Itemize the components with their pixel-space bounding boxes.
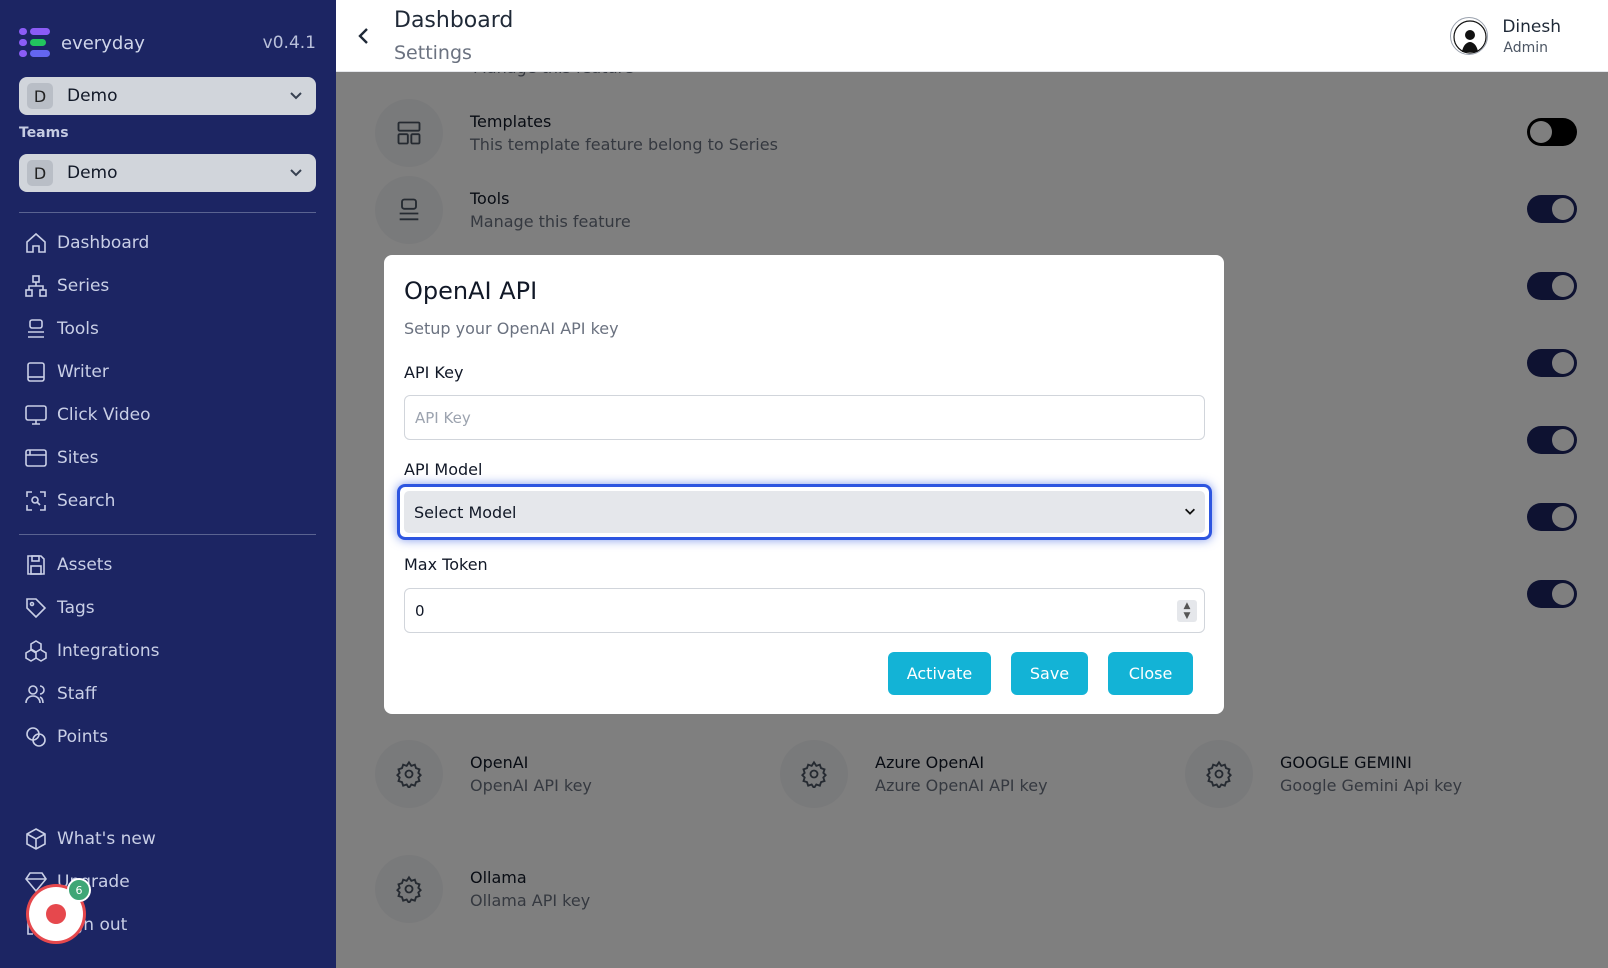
teams-label: Teams — [19, 125, 69, 141]
sidebar-item-click-video[interactable]: Click Video — [24, 402, 151, 428]
sidebar-item-label: Tags — [57, 598, 95, 618]
sidebar-item-integrations[interactable]: Integrations — [24, 638, 160, 664]
sidebar-item-label: Tools — [57, 319, 99, 339]
api-key-input[interactable] — [404, 395, 1205, 440]
sidebar-item-series[interactable]: Series — [24, 273, 109, 299]
sidebar-item-dashboard[interactable]: Dashboard — [24, 230, 149, 256]
sidebar-item-label: Click Video — [57, 405, 151, 425]
api-model-selected: Select Model — [414, 502, 517, 522]
user-name: Dinesh — [1502, 17, 1561, 37]
save-icon — [27, 555, 45, 575]
max-token-label: Max Token — [404, 555, 488, 574]
monitor-icon — [25, 405, 47, 425]
max-token-field: ▲▼ — [404, 588, 1205, 633]
record-count-badge: 6 — [67, 878, 91, 902]
sidebar-item-staff[interactable]: Staff — [24, 681, 97, 707]
team-label: Demo — [67, 163, 118, 183]
max-token-input[interactable] — [404, 588, 1205, 633]
record-icon — [46, 904, 66, 924]
modal-subtitle: Setup your OpenAI API key — [404, 319, 619, 338]
sidebar-divider — [19, 534, 316, 535]
sidebar-item-tools[interactable]: Tools — [24, 316, 99, 342]
team-select[interactable]: D Demo — [19, 154, 316, 192]
chevron-down-icon — [290, 169, 302, 177]
chevron-down-icon — [290, 92, 302, 100]
workspace-select[interactable]: D Demo — [19, 77, 316, 115]
top-header: Dashboard Settings Dinesh Admin — [336, 0, 1608, 72]
openai-api-modal: OpenAI API Setup your OpenAI API key API… — [384, 255, 1224, 714]
sidebar-item-label: What's new — [57, 829, 156, 849]
sidebar-item-tags[interactable]: Tags — [24, 595, 95, 621]
stack-icon — [28, 319, 44, 338]
tag-icon — [26, 598, 47, 619]
page-title: Dashboard — [394, 8, 514, 33]
activate-button[interactable]: Activate — [888, 652, 991, 695]
sidebar: everyday v0.4.1 D Demo Teams D Demo Dash… — [0, 0, 336, 968]
workspace-label: Demo — [67, 86, 118, 106]
api-key-label: API Key — [404, 363, 464, 382]
brand[interactable]: everyday — [19, 28, 145, 58]
sidebar-item-label: Staff — [57, 684, 97, 704]
user-avatar-icon — [1453, 20, 1487, 54]
save-button[interactable]: Save — [1011, 652, 1088, 695]
cubes-icon — [25, 640, 47, 662]
brand-name: everyday — [61, 32, 145, 54]
sidebar-item-assets[interactable]: Assets — [24, 552, 112, 578]
avatar[interactable] — [1450, 17, 1488, 55]
sidebar-item-writer[interactable]: Writer — [24, 359, 109, 385]
sidebar-item-sites[interactable]: Sites — [24, 445, 99, 471]
back-arrow-icon[interactable] — [352, 24, 376, 48]
users-icon — [25, 685, 45, 704]
sidebar-item-label: Sites — [57, 448, 99, 468]
sidebar-item-label: Search — [57, 491, 116, 511]
chevron-down-icon — [1185, 508, 1195, 515]
everyday-logo-icon — [19, 28, 51, 58]
coins-icon — [26, 727, 46, 747]
sidebar-item-whats-new[interactable]: What's new — [24, 826, 156, 852]
workspace-badge: D — [27, 83, 53, 109]
sidebar-item-label: Writer — [57, 362, 109, 382]
sidebar-divider — [19, 212, 316, 213]
number-stepper-icon[interactable]: ▲ ▼ — [1177, 600, 1197, 622]
sidebar-item-label: Assets — [57, 555, 113, 575]
book-icon — [27, 362, 45, 382]
team-badge: D — [27, 160, 53, 186]
sidebar-item-label: Dashboard — [57, 233, 150, 253]
sidebar-item-label: Series — [57, 276, 110, 296]
close-button[interactable]: Close — [1108, 652, 1193, 695]
package-icon — [26, 828, 46, 850]
page-subtitle: Settings — [394, 42, 472, 64]
browser-icon — [25, 449, 47, 467]
scan-search-icon — [26, 491, 46, 511]
sidebar-item-label: Integrations — [57, 641, 160, 661]
sidebar-item-points[interactable]: Points — [24, 724, 108, 750]
app-version: v0.4.1 — [262, 33, 316, 53]
modal-title: OpenAI API — [404, 277, 538, 305]
api-model-label: API Model — [404, 460, 483, 479]
hierarchy-icon — [25, 275, 47, 297]
home-icon — [26, 232, 46, 253]
api-model-select[interactable]: Select Model — [397, 484, 1212, 540]
user-role: Admin — [1503, 40, 1548, 56]
sidebar-item-search[interactable]: Search — [24, 488, 115, 514]
sidebar-item-label: Points — [57, 727, 109, 747]
